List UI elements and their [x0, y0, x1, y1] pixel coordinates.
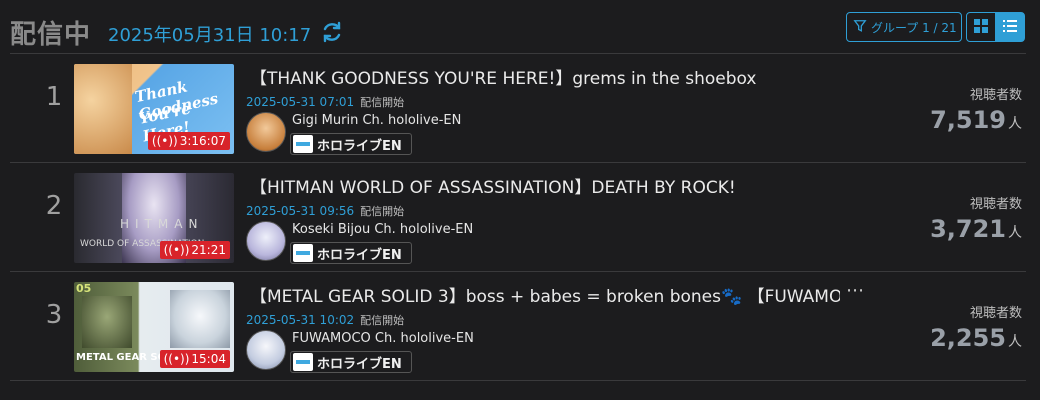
grid-view-button[interactable] [966, 12, 996, 42]
thumbnail-text: 05 [76, 282, 92, 295]
live-duration-badge: ((•)) 21:21 [159, 241, 230, 259]
avatar[interactable] [246, 221, 286, 261]
rank-number: 2 [45, 191, 63, 221]
start-time-value: 2025-05-31 10:02 [246, 313, 355, 327]
viewer-unit: 人 [1008, 116, 1022, 132]
start-label: 配信開始 [360, 96, 405, 109]
stream-thumbnail[interactable]: Thank Goodness You're Here! ((•)) 3:16:0… [74, 64, 234, 154]
group-badge[interactable]: ホロライブEN [290, 133, 412, 155]
channel-name[interactable]: FUWAMOCO Ch. hololive-EN [292, 331, 474, 346]
start-label: 配信開始 [360, 314, 405, 327]
list-view-button[interactable] [995, 12, 1025, 42]
stream-title[interactable]: 【METAL GEAR SOLID 3】boss + babes = broke… [250, 282, 840, 307]
divider [10, 380, 1026, 381]
channel-name[interactable]: Koseki Bijou Ch. hololive-EN [292, 222, 473, 237]
stream-title[interactable]: 【THANK GOODNESS YOU'RE HERE!】grems in th… [250, 64, 870, 89]
viewer-count: 7,519 人 [930, 106, 1022, 134]
stream-row[interactable]: 1 Thank Goodness You're Here! ((•)) 3:16… [10, 54, 1026, 162]
viewer-count: 3,721 人 [930, 215, 1022, 243]
stream-thumbnail[interactable]: HITMAN WORLD OF ASSASSINATION ((•)) 21:2… [74, 173, 234, 263]
page-title: 配信中 [10, 20, 92, 50]
hololive-logo-icon [293, 244, 313, 262]
viewer-number: 3,721 [930, 215, 1006, 243]
refresh-icon[interactable] [320, 20, 344, 44]
group-badge-label: ホロライブEN [317, 356, 402, 372]
start-time: 2025-05-31 09:56 配信開始 [246, 203, 404, 219]
start-label: 配信開始 [360, 205, 405, 218]
list-view-icon [1003, 18, 1017, 37]
start-time-value: 2025-05-31 07:01 [246, 95, 355, 109]
grid-view-icon [974, 18, 988, 37]
hololive-logo-icon [293, 135, 313, 153]
rank-number: 1 [45, 82, 63, 112]
stream-row[interactable]: 3 05 METAL GEAR SOLID 3 ((•)) 15:04 【MET… [10, 272, 1026, 380]
viewer-unit: 人 [1008, 225, 1022, 241]
viewer-label: 視聴者数 [969, 88, 1022, 103]
thumbnail-text: HITMAN [120, 217, 204, 231]
duration-text: 21:21 [191, 243, 226, 257]
hololive-logo-icon [293, 353, 313, 371]
viewer-count: 2,255 人 [930, 324, 1022, 352]
stream-title[interactable]: 【HITMAN WORLD OF ASSASSINATION】DEATH BY … [250, 173, 870, 198]
start-time-value: 2025-05-31 09:56 [246, 204, 355, 218]
group-badge-label: ホロライブEN [317, 138, 402, 154]
thumbnail-art [74, 64, 132, 154]
live-icon: ((•)) [163, 243, 190, 257]
rank-number: 3 [45, 300, 63, 330]
group-filter-button[interactable]: グループ 1 / 21 [846, 12, 962, 42]
live-icon: ((•)) [163, 352, 190, 366]
live-duration-badge: ((•)) 3:16:07 [147, 132, 230, 150]
group-badge[interactable]: ホロライブEN [290, 242, 412, 264]
viewer-number: 2,255 [930, 324, 1006, 352]
stream-thumbnail[interactable]: 05 METAL GEAR SOLID 3 ((•)) 15:04 [74, 282, 234, 372]
stream-row[interactable]: 2 HITMAN WORLD OF ASSASSINATION ((•)) 21… [10, 163, 1026, 271]
viewer-label: 視聴者数 [969, 306, 1022, 321]
header: 配信中 2025年05月31日 10:17 グループ 1 / 21 [0, 0, 1040, 54]
group-filter-label: グループ 1 / 21 [871, 20, 957, 35]
avatar[interactable] [246, 112, 286, 152]
thumbnail-art [82, 296, 132, 348]
duration-text: 15:04 [191, 352, 226, 366]
viewer-label: 視聴者数 [969, 197, 1022, 212]
start-time: 2025-05-31 07:01 配信開始 [246, 94, 404, 110]
live-duration-badge: ((•)) 15:04 [159, 350, 230, 368]
group-badge-label: ホロライブEN [317, 247, 402, 263]
live-icon: ((•)) [151, 134, 178, 148]
channel-name[interactable]: Gigi Murin Ch. hololive-EN [292, 113, 461, 128]
avatar[interactable] [246, 330, 286, 370]
viewer-unit: 人 [1008, 334, 1022, 350]
viewer-number: 7,519 [930, 106, 1006, 134]
thumbnail-art [170, 290, 230, 348]
group-badge[interactable]: ホロライブEN [290, 351, 412, 373]
duration-text: 3:16:07 [179, 134, 226, 148]
start-time: 2025-05-31 10:02 配信開始 [246, 312, 404, 328]
filter-icon [853, 19, 867, 36]
current-datetime: 2025年05月31日 10:17 [108, 25, 312, 46]
more-icon[interactable]: ⋯ [846, 280, 864, 301]
